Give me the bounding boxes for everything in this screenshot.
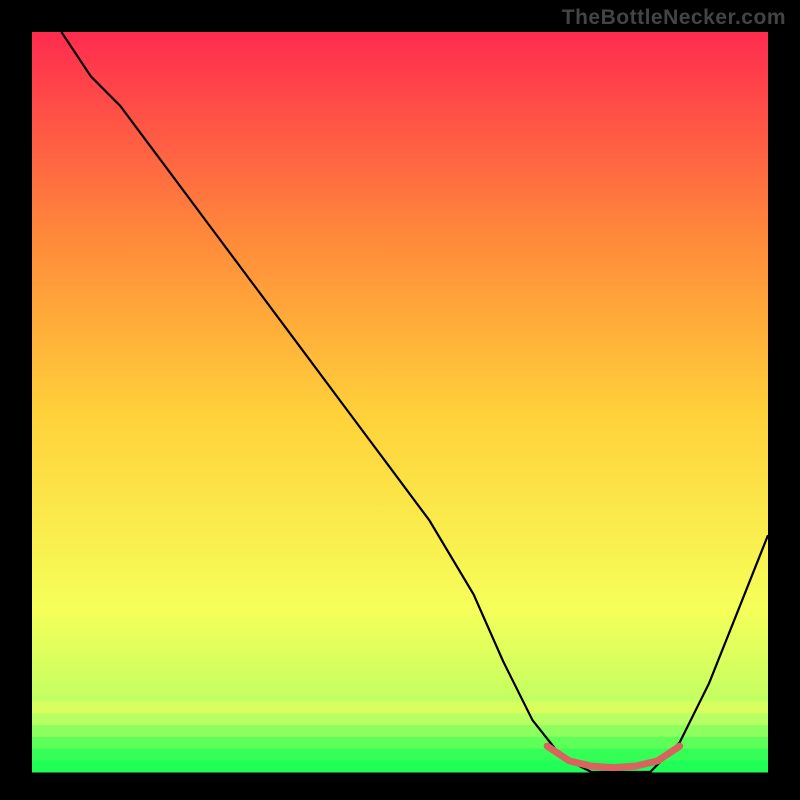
bottleneck-chart — [0, 0, 800, 800]
plot-background — [32, 32, 768, 772]
watermark-text: TheBottleNecker.com — [562, 6, 786, 30]
chart-stage: TheBottleNecker.com — [0, 0, 800, 800]
